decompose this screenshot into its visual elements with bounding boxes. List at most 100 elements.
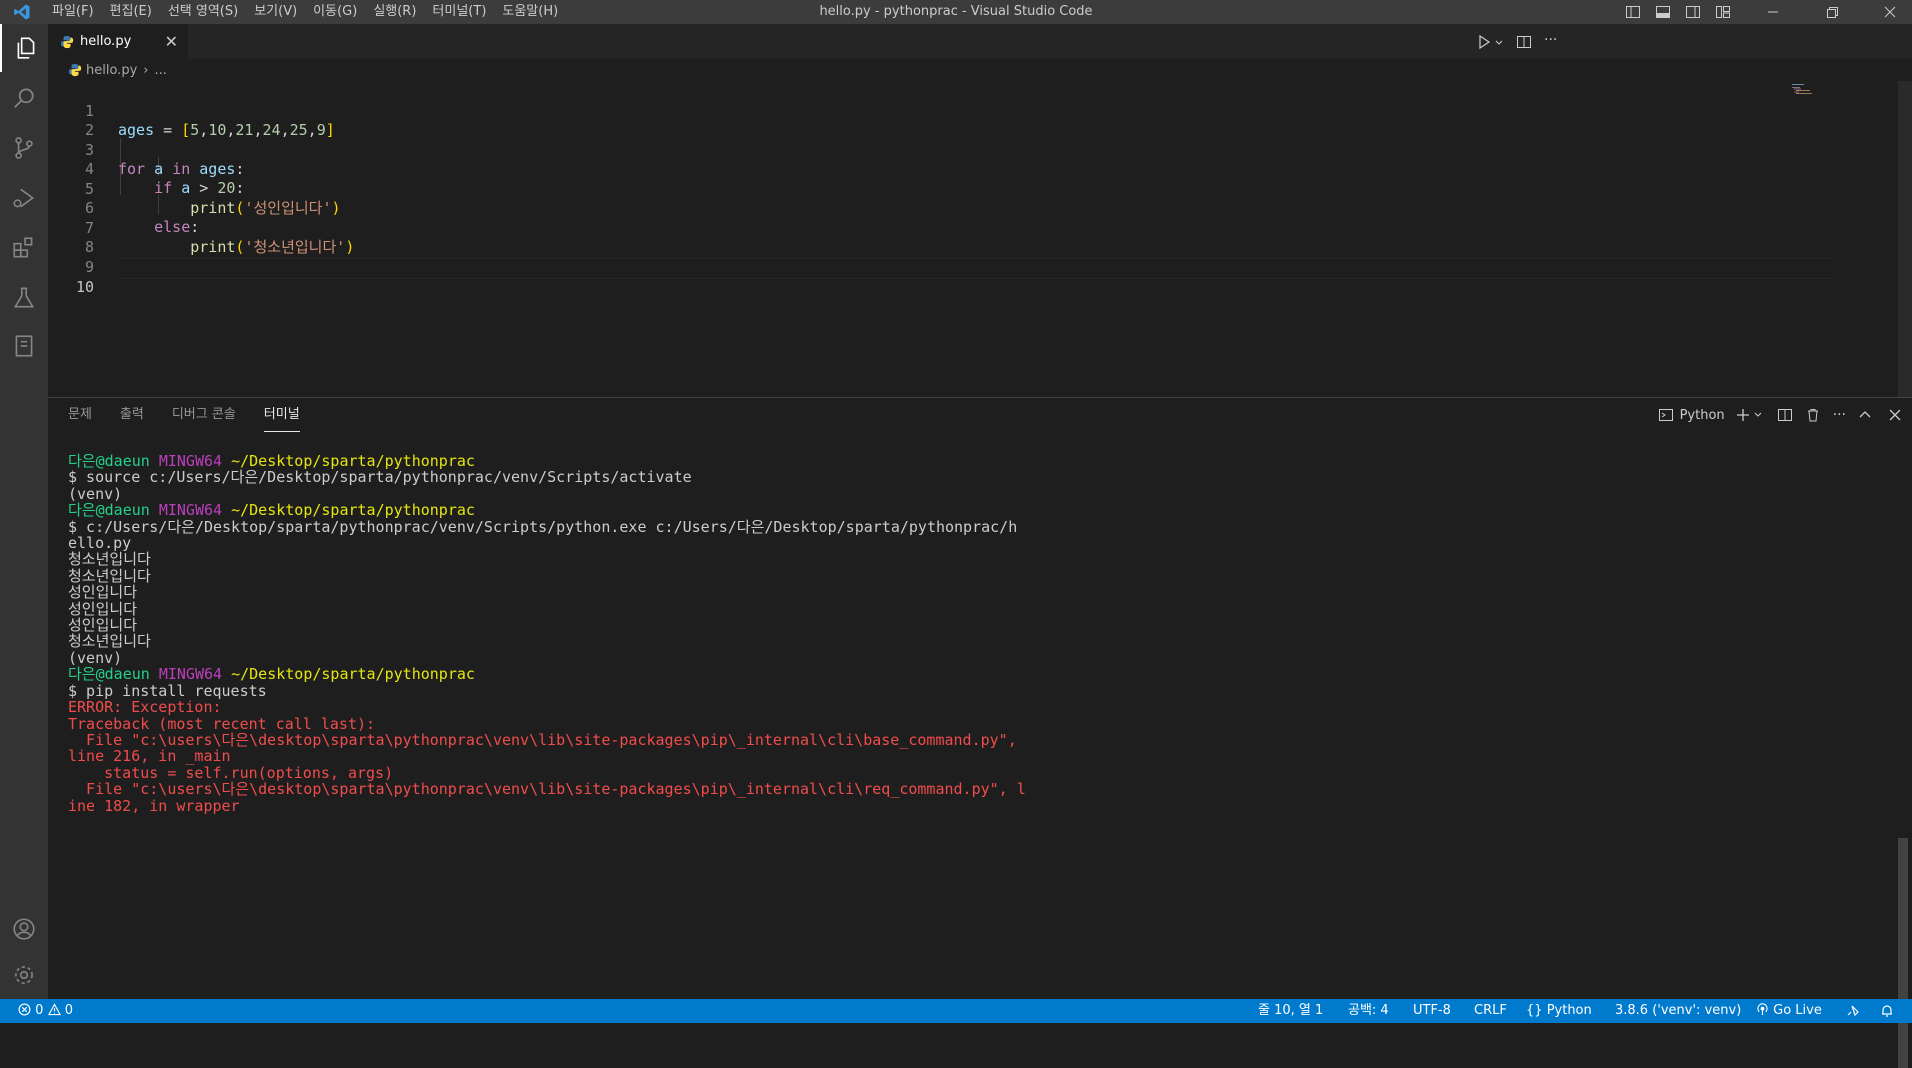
source-control-button[interactable] [0,124,48,172]
tab-terminal[interactable]: 터미널 [263,398,300,432]
menu-help[interactable]: 도움말(H) [494,0,566,24]
panel-tabs: 문제 출력 디버그 콘솔 터미널 [68,398,328,432]
tab-label: hello.py [80,34,132,49]
encoding-status[interactable]: UTF-8 [1413,999,1451,1023]
split-editor-icon[interactable] [1516,34,1532,50]
terminal-line: $ c:/Users/다은/Desktop/sparta/pythonprac/… [68,517,1018,536]
line-number: 10 [75,278,94,296]
code-line: 6 else: [48,180,1898,236]
close-panel-icon[interactable] [1888,408,1902,422]
terminal-line: 성인입니다 [68,599,138,618]
menu-view[interactable]: 보기(V) [246,0,305,24]
maximize-panel-icon[interactable] [1858,408,1872,422]
notifications-bell-icon[interactable] [1880,1004,1894,1018]
explorer-button[interactable] [0,24,50,72]
close-window-icon[interactable] [1882,4,1898,20]
files-icon [17,37,35,59]
prompt-host: MINGW64 [158,501,223,520]
notebook-button[interactable] [0,322,48,370]
chevron-down-icon[interactable] [1494,38,1504,48]
editor-tabs: hello.py ✕ ··· [48,24,1912,59]
menu-go[interactable]: 이동(G) [305,0,365,24]
terminal-line: 청소년입니다 [68,632,151,651]
error-line: File "c:\users\다은\desktop\sparta\pythonp… [68,730,1017,749]
terminal-line: 다은@daeun MINGW64 ~/Desktop/sparta/python… [68,666,1888,682]
tab-problems[interactable]: 문제 [68,398,92,432]
split-terminal-icon[interactable] [1777,407,1793,423]
terminal-line: 성인입니다 [68,583,138,602]
language-label: Python [1546,1003,1592,1018]
code-line: 3 for a in ages: [48,122,1898,178]
error-line: ine 182, in wrapper [68,796,240,815]
error-count: 0 [35,1003,44,1018]
restore-icon[interactable] [1824,4,1840,20]
toggle-primary-sidebar-icon[interactable] [1625,4,1641,20]
trash-icon[interactable] [1805,407,1821,423]
menu-file[interactable]: 파일(F) [44,0,102,24]
chevron-down-icon[interactable] [1753,410,1763,420]
search-icon [14,88,34,108]
prompt-path: ~/Desktop/sparta/pythonprac [231,665,475,684]
minimap[interactable] [1790,81,1820,101]
code-editor[interactable]: 1 ages = [5,10,21,24,25,9] 2 3 for a in … [48,81,1912,397]
extensions-button[interactable] [0,224,48,272]
indentation-status[interactable]: 공백: 4 [1348,999,1389,1023]
vscode-logo-icon[interactable] [13,3,31,21]
status-bar: 0 0 줄 10, 열 1 공백: 4 UTF-8 CRLF {} Python… [0,999,1912,1023]
error-line: ERROR: Exception: [68,698,222,717]
breadcrumb-separator: › [143,62,149,78]
tab-close-icon[interactable]: ✕ [165,32,178,51]
editor-scrollbar[interactable] [1898,81,1912,397]
terminal-line: 다은@daeun MINGW64 ~/Desktop/sparta/python… [68,502,1888,518]
more-actions-icon[interactable]: ··· [1833,407,1846,423]
terminal-line: $ source c:/Users/다은/Desktop/sparta/pyth… [68,468,692,487]
terminal-line: (venv) [68,648,123,667]
toggle-secondary-sidebar-icon[interactable] [1685,4,1701,20]
tab-hello-py[interactable]: hello.py ✕ [48,24,188,59]
new-terminal-icon[interactable] [1735,407,1751,423]
go-live-button[interactable]: Go Live [1756,999,1822,1023]
menu-bar: 파일(F) 편집(E) 선택 영역(S) 보기(V) 이동(G) 실행(R) 터… [44,0,566,24]
menu-run[interactable]: 실행(R) [365,0,424,24]
tab-output[interactable]: 출력 [120,398,144,432]
code-line: 7 print('청소년입니다') [48,200,1898,256]
more-actions-icon[interactable]: ··· [1544,32,1557,48]
terminal-scrollbar[interactable] [1898,838,1908,1068]
terminal-line: 다은@daeun MINGW64 ~/Desktop/sparta/python… [68,453,1888,469]
problems-status[interactable]: 0 0 [18,999,73,1023]
code-line: 5 print('성인입니다') [48,161,1898,217]
terminal-profile-label[interactable]: Python [1680,408,1725,423]
customize-layout-icon[interactable] [1715,4,1731,20]
warning-icon [47,1003,61,1016]
terminal-output[interactable]: 다은@daeun MINGW64 ~/Desktop/sparta/python… [68,453,1888,1003]
minimize-icon[interactable] [1765,4,1781,20]
run-python-file-icon[interactable] [1476,34,1492,50]
run-debug-button[interactable] [0,174,48,222]
breadcrumb: hello.py › ... [48,59,1912,81]
account-icon [13,918,35,940]
menu-edit[interactable]: 편집(E) [102,0,160,24]
python-interpreter[interactable]: 3.8.6 ('venv': venv) [1615,999,1741,1023]
language-mode[interactable]: {} Python [1526,999,1592,1023]
tab-debug-console[interactable]: 디버그 콘솔 [172,398,236,432]
manage-button[interactable] [0,951,48,999]
terminal-line: ello.py [68,534,132,553]
toggle-panel-icon[interactable] [1655,4,1671,20]
code-line: 2 [48,102,1898,139]
breadcrumb-file[interactable]: hello.py [86,63,137,78]
testing-button[interactable] [0,274,48,322]
eol-status[interactable]: CRLF [1474,999,1507,1023]
cursor-position[interactable]: 줄 10, 열 1 [1258,999,1323,1023]
menu-terminal[interactable]: 터미널(T) [424,0,494,24]
terminal-line: $ pip install requests [68,681,267,700]
accounts-button[interactable] [0,905,48,953]
bottom-panel: 문제 출력 디버그 콘솔 터미널 Python ··· 다은@daeun MIN… [48,397,1912,1068]
activity-bar [0,24,48,999]
breadcrumb-symbol[interactable]: ... [154,63,166,78]
error-icon [18,1003,31,1016]
feedback-icon[interactable] [1846,1004,1860,1018]
error-line: Traceback (most recent call last): [68,714,376,733]
search-button[interactable] [0,74,48,122]
broadcast-icon [1757,1003,1768,1016]
menu-selection[interactable]: 선택 영역(S) [160,0,246,24]
